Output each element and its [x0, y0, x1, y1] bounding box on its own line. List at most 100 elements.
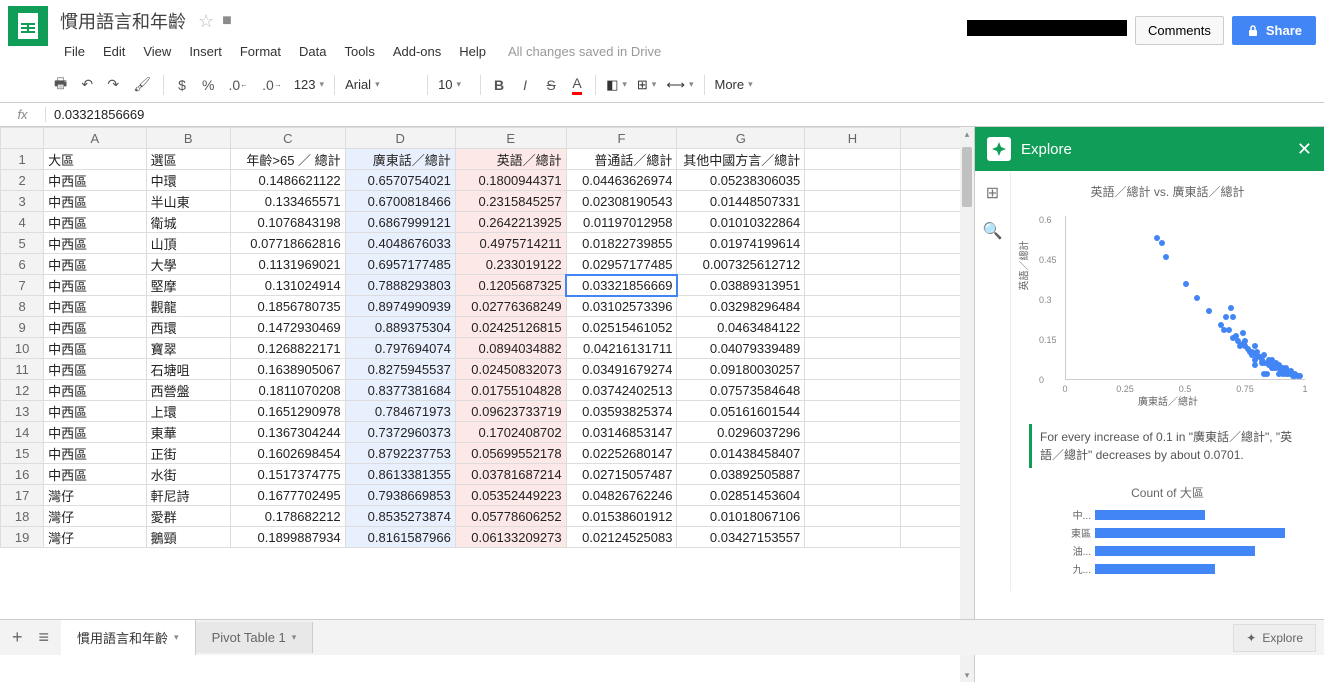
fill-color-button[interactable]: ◧ — [602, 75, 631, 95]
cell[interactable]: 選區 — [146, 149, 230, 170]
row-header[interactable]: 4 — [1, 212, 44, 233]
cell[interactable]: 廣東話／總計 — [345, 149, 455, 170]
cell[interactable]: 0.01755104828 — [455, 380, 566, 401]
cell[interactable]: 0.02425126815 — [455, 317, 566, 338]
cell[interactable]: 0.7888293803 — [345, 275, 455, 296]
menu-view[interactable]: View — [135, 40, 179, 63]
cell[interactable]: 0.02515461052 — [566, 317, 677, 338]
menu-format[interactable]: Format — [232, 40, 289, 63]
cell[interactable]: 0.1367304244 — [230, 422, 345, 443]
vertical-scrollbar[interactable]: ▴ ▾ — [960, 127, 974, 682]
menu-tools[interactable]: Tools — [336, 40, 382, 63]
cell[interactable]: 0.1811070208 — [230, 380, 345, 401]
cell[interactable]: 0.1702408702 — [455, 422, 566, 443]
cell[interactable]: 0.02957177485 — [566, 254, 677, 275]
cell[interactable]: 0.01197012958 — [566, 212, 677, 233]
cell[interactable]: 0.02715057487 — [566, 464, 677, 485]
cell[interactable]: 0.6867999121 — [345, 212, 455, 233]
cell[interactable]: 0.4048676033 — [345, 233, 455, 254]
cell[interactable]: 中西區 — [44, 191, 146, 212]
row-header[interactable]: 1 — [1, 149, 44, 170]
row-header[interactable]: 9 — [1, 317, 44, 338]
folder-icon[interactable]: ■ — [222, 12, 232, 30]
row-header[interactable]: 14 — [1, 422, 44, 443]
scatter-chart[interactable]: 英語／總計 0 0.15 0.3 0.45 0.6 0 0.25 0.5 0.7… — [1023, 208, 1313, 408]
cell[interactable]: 0.0894034882 — [455, 338, 566, 359]
font-dropdown[interactable]: Arial — [341, 75, 421, 94]
cell[interactable]: 0.178682212 — [230, 506, 345, 527]
cell[interactable] — [805, 338, 900, 359]
cell[interactable]: 0.1602698454 — [230, 443, 345, 464]
cell[interactable]: 0.09180030257 — [677, 359, 805, 380]
cell[interactable]: 0.02776368249 — [455, 296, 566, 317]
italic-button[interactable]: I — [513, 73, 537, 97]
row-header[interactable]: 3 — [1, 191, 44, 212]
menu-file[interactable]: File — [56, 40, 93, 63]
cell[interactable]: 0.05699552178 — [455, 443, 566, 464]
close-icon[interactable]: ✕ — [1297, 139, 1312, 160]
cell[interactable]: 0.01010322864 — [677, 212, 805, 233]
col-header[interactable]: C — [230, 128, 345, 149]
row-header[interactable]: 15 — [1, 443, 44, 464]
cell[interactable]: 0.03889313951 — [677, 275, 805, 296]
cell[interactable]: 0.889375304 — [345, 317, 455, 338]
cell[interactable]: 0.01438458407 — [677, 443, 805, 464]
cell[interactable]: 中西區 — [44, 359, 146, 380]
cell[interactable]: 0.09623733719 — [455, 401, 566, 422]
cell[interactable]: 0.2642213925 — [455, 212, 566, 233]
cell[interactable]: 0.07573584648 — [677, 380, 805, 401]
cell[interactable]: 中西區 — [44, 380, 146, 401]
col-header[interactable]: B — [146, 128, 230, 149]
cell[interactable]: 0.04463626974 — [566, 170, 677, 191]
cell[interactable]: 灣仔 — [44, 506, 146, 527]
bold-button[interactable]: B — [487, 73, 511, 97]
cell[interactable]: 0.02308190543 — [566, 191, 677, 212]
cell[interactable]: 0.0296037296 — [677, 422, 805, 443]
cell[interactable]: 0.8613381355 — [345, 464, 455, 485]
cell[interactable]: 0.8974990939 — [345, 296, 455, 317]
cell[interactable]: 石塘咀 — [146, 359, 230, 380]
cell[interactable]: 0.01974199614 — [677, 233, 805, 254]
row-header[interactable]: 17 — [1, 485, 44, 506]
cell[interactable]: 中西區 — [44, 464, 146, 485]
cell[interactable]: 0.784671973 — [345, 401, 455, 422]
cell[interactable]: 0.1268822171 — [230, 338, 345, 359]
cell[interactable]: 0.05778606252 — [455, 506, 566, 527]
cell[interactable]: 中西區 — [44, 170, 146, 191]
cell[interactable]: 0.07718662816 — [230, 233, 345, 254]
cell[interactable]: 0.1800944371 — [455, 170, 566, 191]
cell[interactable] — [805, 212, 900, 233]
sheets-logo[interactable] — [8, 6, 48, 46]
cell[interactable]: 0.04216131711 — [566, 338, 677, 359]
print-icon[interactable]: 🖶 — [48, 69, 73, 101]
row-header[interactable]: 11 — [1, 359, 44, 380]
cell[interactable]: 0.133465571 — [230, 191, 345, 212]
cell[interactable]: 0.1486621122 — [230, 170, 345, 191]
cell[interactable] — [805, 254, 900, 275]
cell[interactable]: 0.797694074 — [345, 338, 455, 359]
cell[interactable]: 0.1638905067 — [230, 359, 345, 380]
cell[interactable]: 0.0463484122 — [677, 317, 805, 338]
cell[interactable]: 中西區 — [44, 254, 146, 275]
currency-button[interactable]: $ — [170, 73, 194, 97]
cell[interactable]: 大學 — [146, 254, 230, 275]
all-sheets-button[interactable]: ≡ — [35, 623, 54, 652]
cell[interactable] — [805, 233, 900, 254]
cell[interactable]: 0.007325612712 — [677, 254, 805, 275]
star-icon[interactable]: ☆ — [198, 11, 214, 32]
strikethrough-button[interactable]: S — [539, 73, 563, 97]
cell[interactable]: 0.04826762246 — [566, 485, 677, 506]
cell[interactable]: 0.02450832073 — [455, 359, 566, 380]
cell[interactable]: 0.8161587966 — [345, 527, 455, 548]
cell[interactable] — [805, 296, 900, 317]
cell[interactable]: 半山東 — [146, 191, 230, 212]
cell[interactable] — [805, 275, 900, 296]
cell[interactable]: 軒尼詩 — [146, 485, 230, 506]
cell[interactable]: 東華 — [146, 422, 230, 443]
cell[interactable]: 中西區 — [44, 401, 146, 422]
cell[interactable]: 中西區 — [44, 275, 146, 296]
row-header[interactable]: 10 — [1, 338, 44, 359]
doc-title[interactable]: 慣用語言和年齡 — [56, 6, 190, 36]
cell[interactable] — [805, 527, 900, 548]
cell[interactable]: 西環 — [146, 317, 230, 338]
